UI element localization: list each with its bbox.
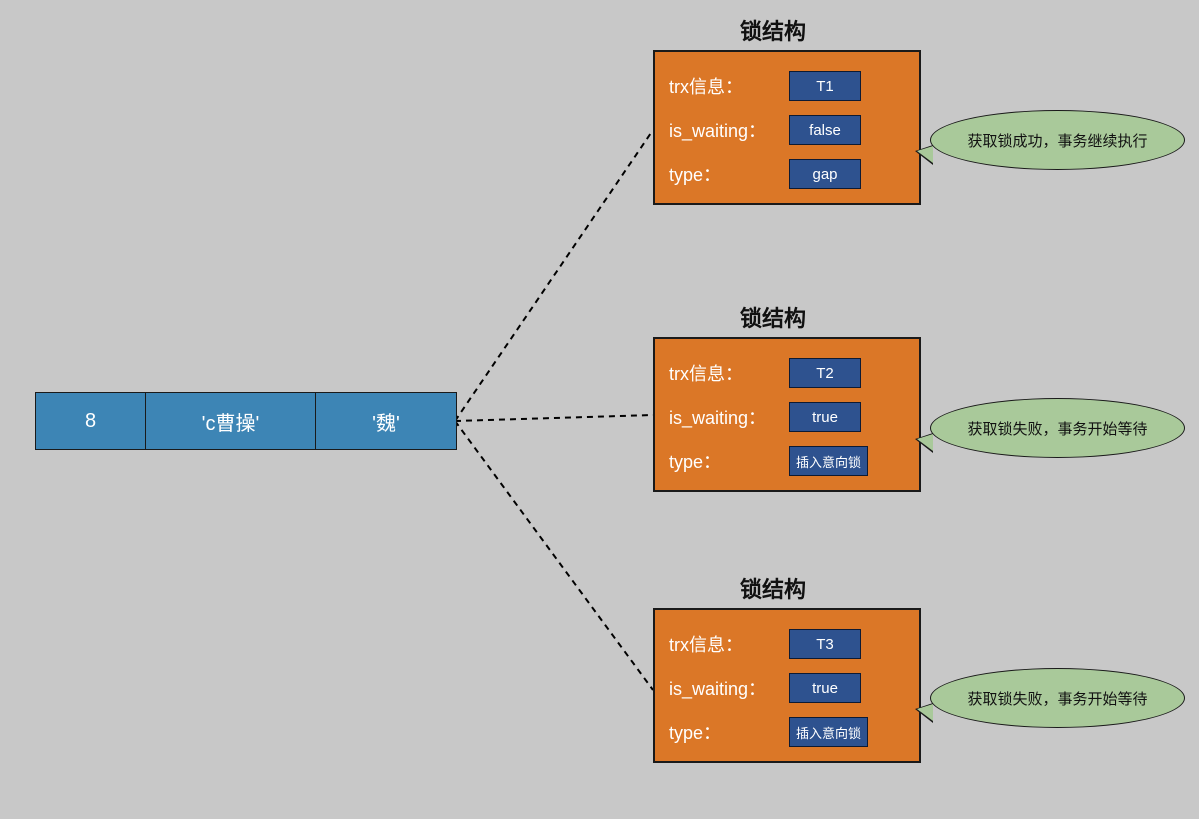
lock-box-3: trx信息： T3 is_waiting： true type： 插入意向锁 bbox=[653, 608, 921, 763]
bubble-3: 获取锁失败，事务开始等待 bbox=[930, 668, 1185, 728]
lock-label-type: type： bbox=[669, 448, 789, 474]
lock-badge-iswaiting: true bbox=[789, 673, 861, 703]
lock-label-iswaiting: is_waiting： bbox=[669, 675, 789, 701]
lock-row: trx信息： T1 bbox=[669, 64, 905, 108]
lock-label-trx: trx信息： bbox=[669, 73, 789, 99]
lock-title-2: 锁结构 bbox=[740, 301, 806, 333]
lock-row: trx信息： T3 bbox=[669, 622, 905, 666]
lock-row: type： 插入意向锁 bbox=[669, 439, 905, 483]
lock-title-1: 锁结构 bbox=[740, 14, 806, 46]
lock-box-2: trx信息： T2 is_waiting： true type： 插入意向锁 bbox=[653, 337, 921, 492]
lock-badge-trx: T3 bbox=[789, 629, 861, 659]
lock-badge-iswaiting: true bbox=[789, 402, 861, 432]
bubble-1: 获取锁成功，事务继续执行 bbox=[930, 110, 1185, 170]
bubble-text: 获取锁成功，事务继续执行 bbox=[930, 110, 1185, 170]
record-row: 8 'c曹操' '魏' bbox=[35, 392, 457, 450]
lock-label-iswaiting: is_waiting： bbox=[669, 117, 789, 143]
lock-label-trx: trx信息： bbox=[669, 360, 789, 386]
bubble-text: 获取锁失败，事务开始等待 bbox=[930, 668, 1185, 728]
lock-label-type: type： bbox=[669, 161, 789, 187]
lock-box-1: trx信息： T1 is_waiting： false type： gap bbox=[653, 50, 921, 205]
lock-row: is_waiting： true bbox=[669, 395, 905, 439]
lock-badge-type: 插入意向锁 bbox=[789, 717, 868, 747]
lock-label-type: type： bbox=[669, 719, 789, 745]
bubble-2: 获取锁失败，事务开始等待 bbox=[930, 398, 1185, 458]
record-cell-id: 8 bbox=[36, 393, 146, 449]
lock-badge-trx: T1 bbox=[789, 71, 861, 101]
lock-badge-type: gap bbox=[789, 159, 861, 189]
lock-label-trx: trx信息： bbox=[669, 631, 789, 657]
lock-badge-type: 插入意向锁 bbox=[789, 446, 868, 476]
lock-badge-trx: T2 bbox=[789, 358, 861, 388]
record-cell-kingdom: '魏' bbox=[316, 393, 456, 449]
lock-row: type： 插入意向锁 bbox=[669, 710, 905, 754]
record-cell-name: 'c曹操' bbox=[146, 393, 316, 449]
lock-badge-iswaiting: false bbox=[789, 115, 861, 145]
lock-row: trx信息： T2 bbox=[669, 351, 905, 395]
lock-row: is_waiting： false bbox=[669, 108, 905, 152]
lock-title-3: 锁结构 bbox=[740, 572, 806, 604]
lock-row: is_waiting： true bbox=[669, 666, 905, 710]
bubble-text: 获取锁失败，事务开始等待 bbox=[930, 398, 1185, 458]
lock-row: type： gap bbox=[669, 152, 905, 196]
lock-label-iswaiting: is_waiting： bbox=[669, 404, 789, 430]
